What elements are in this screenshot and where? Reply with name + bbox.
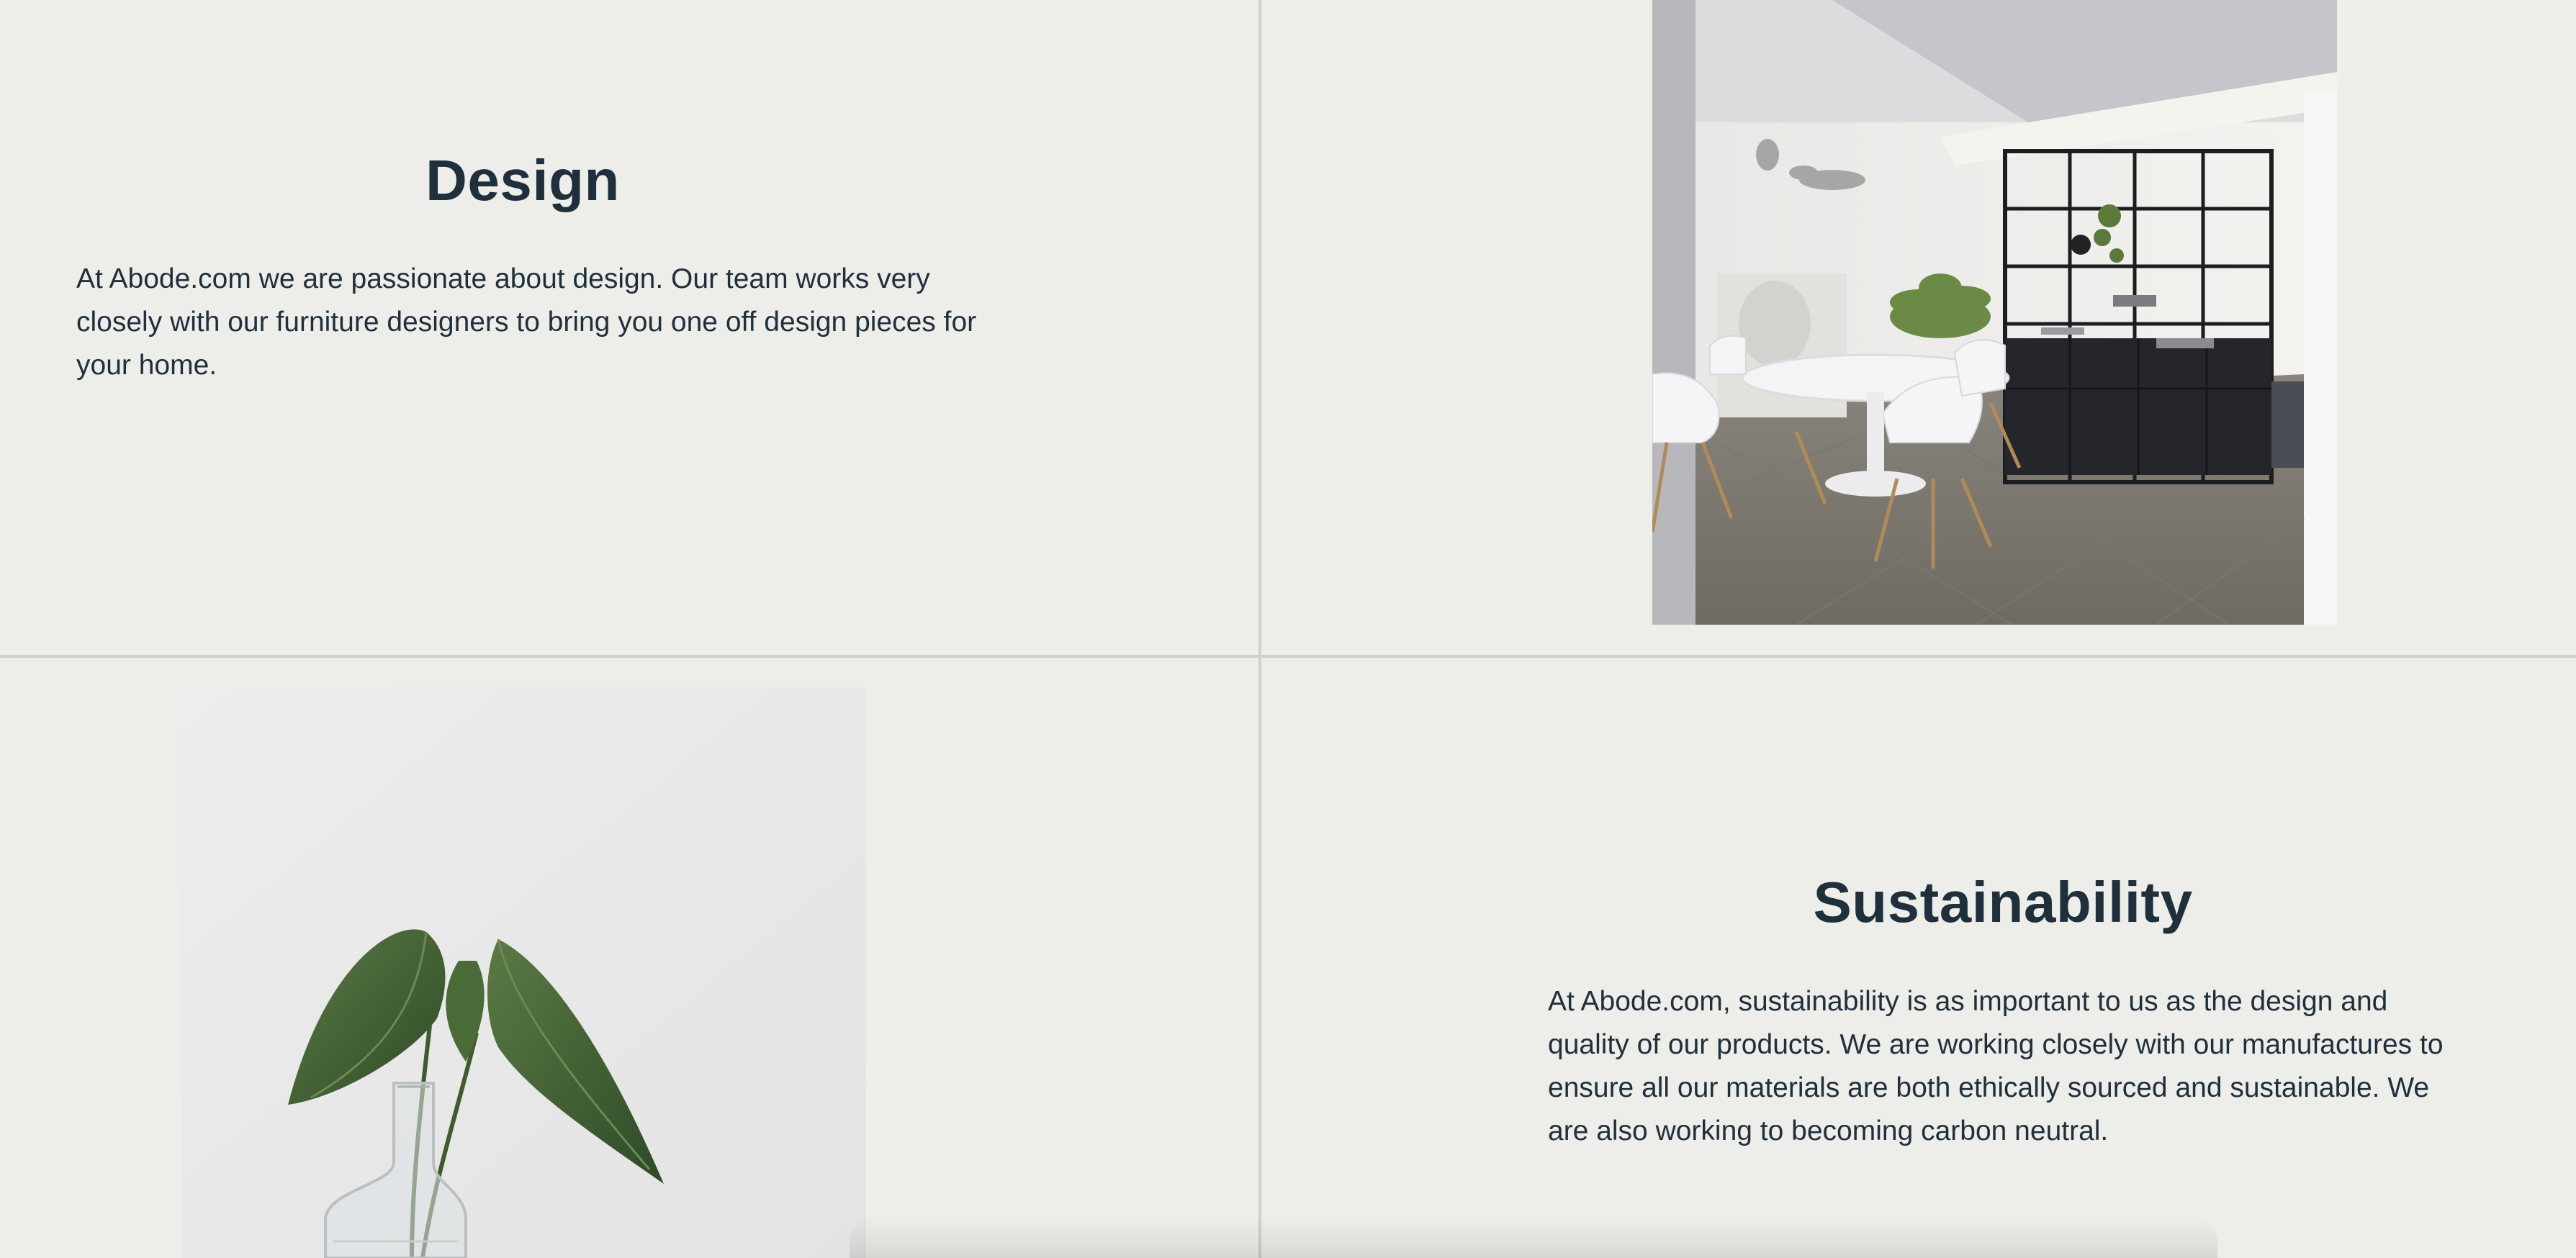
bottom-shadow [850,1215,2217,1258]
vertical-divider [1258,0,1261,1258]
feature-grid: Design At Abode.com we are passionate ab… [0,0,2576,1258]
horizontal-divider [0,655,2576,658]
sustainability-cell [1261,658,2576,1258]
plant-photo [181,687,866,1258]
design-heading: Design [425,148,620,212]
interior-photo [1652,0,2337,625]
sustainability-description: At Abode.com, sustainability is as impor… [1548,986,2444,1146]
design-description: At Abode.com we are passionate about des… [76,263,977,381]
sustainability-heading: Sustainability [1813,870,2193,934]
